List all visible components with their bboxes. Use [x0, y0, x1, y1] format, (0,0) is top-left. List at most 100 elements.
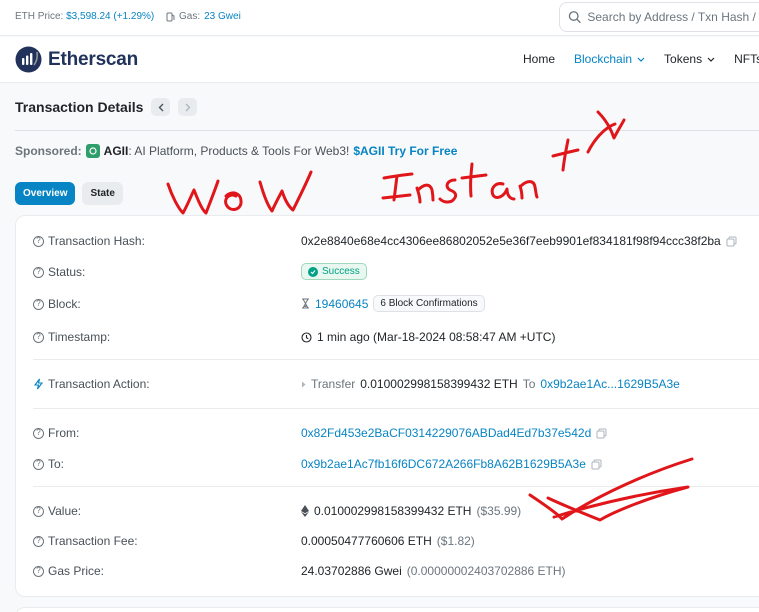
- timestamp-value: 1 min ago (Mar-18-2024 08:58:47 AM +UTC): [317, 330, 556, 344]
- nav-item-label: Blockchain: [574, 52, 633, 66]
- etherscan-logo[interactable]: Etherscan: [15, 46, 138, 73]
- value-label: Value:: [48, 504, 82, 518]
- search-input[interactable]: [587, 10, 759, 24]
- help-icon[interactable]: ?: [33, 565, 44, 577]
- handwriting-wow: [166, 170, 313, 215]
- sponsored-banner: Sponsored: AGII: AI Platform, Products &…: [15, 144, 457, 158]
- label-cell: ? Transaction Fee:: [33, 534, 293, 548]
- block-label: Block:: [48, 297, 81, 311]
- fee-label: Transaction Fee:: [48, 534, 138, 548]
- nav-item-nfts[interactable]: NFTs: [734, 52, 759, 66]
- to-address-link[interactable]: 0x9b2ae1Ac7fb16f6DC672A266Fb8A62B1629B5A…: [301, 457, 586, 471]
- copy-icon[interactable]: [596, 428, 607, 439]
- status-badge: Success: [301, 263, 367, 280]
- value-cell: 0.00050477760606 ETH ($1.82): [301, 534, 475, 548]
- value-cell: 0x82Fd453e2BaCF0314229076ABDad4Ed7b37e54…: [301, 426, 607, 440]
- caret-right-icon: [302, 381, 306, 387]
- nav-item-tokens[interactable]: Tokens: [664, 52, 715, 66]
- help-icon[interactable]: ?: [33, 235, 44, 247]
- page-title: Transaction Details: [15, 99, 144, 115]
- label-cell: Transaction Action:: [33, 377, 293, 391]
- label-cell: ? Timestamp:: [33, 330, 293, 344]
- value-cell: 0.010002998158399432 ETH ($35.99): [301, 504, 521, 518]
- transaction-hash-value: 0x2e8840e68e4cc4306ee86802052e5e36f7eeb9…: [301, 234, 721, 248]
- label-cell: ? Block:: [33, 297, 293, 311]
- nav-menu: Home Blockchain Tokens NFTs: [523, 52, 759, 66]
- label-cell: ? Status:: [33, 265, 293, 279]
- section-divider: [33, 486, 759, 487]
- copy-icon[interactable]: [591, 459, 602, 470]
- prev-transaction-button[interactable]: [151, 98, 171, 116]
- nav-item-blockchain[interactable]: Blockchain: [574, 52, 645, 66]
- gasprice-eth: (0.00000002403702886 ETH): [406, 564, 566, 578]
- tab-overview[interactable]: Overview: [15, 182, 76, 205]
- copy-icon[interactable]: [726, 236, 737, 247]
- sponsor-description: : AI Platform, Products & Tools For Web3…: [128, 144, 350, 158]
- from-label: From:: [48, 426, 80, 440]
- ethereum-icon: [301, 505, 309, 517]
- eth-price-label: ETH Price:: [15, 11, 64, 22]
- help-icon[interactable]: ?: [33, 458, 44, 470]
- hourglass-icon: [302, 298, 309, 309]
- value-cell: 0x2e8840e68e4cc4306ee86802052e5e36f7eeb9…: [301, 234, 737, 248]
- lightning-icon: [33, 378, 44, 390]
- gasprice-label: Gas Price:: [48, 564, 105, 578]
- page-header: Transaction Details: [15, 98, 198, 116]
- sponsor-brand: AGII: [103, 144, 129, 158]
- search-icon: [568, 11, 581, 24]
- brand-name: Etherscan: [48, 48, 139, 70]
- gas-label: Gas:: [179, 11, 201, 22]
- search-box[interactable]: [559, 2, 759, 32]
- section-divider: [33, 359, 759, 360]
- block-number-link[interactable]: 19460645: [315, 297, 368, 311]
- transaction-details-card: ? Transaction Hash: 0x2e8840e68e4cc4306ee…: [15, 215, 759, 597]
- next-transaction-button[interactable]: [178, 98, 198, 116]
- help-icon[interactable]: ?: [33, 505, 44, 517]
- value-cell: 19460645 6 Block Confirmations: [301, 295, 485, 312]
- nav-item-label: Home: [523, 52, 556, 66]
- action-amount: 0.010002998158399432 ETH: [360, 377, 518, 391]
- agii-logo-icon: [85, 144, 100, 158]
- header-divider: [15, 130, 759, 131]
- action-type: Transfer: [311, 377, 356, 391]
- nav-item-home[interactable]: Home: [523, 52, 555, 66]
- check-circle-icon: [308, 266, 318, 277]
- value-cell: 1 min ago (Mar-18-2024 08:58:47 AM +UTC): [301, 330, 555, 344]
- hash-label: Transaction Hash:: [48, 234, 145, 248]
- top-bar: ETH Price: $3,598.24 (+1.29%) Gas: 23 Gw…: [0, 0, 759, 36]
- status-text: Success: [322, 266, 360, 277]
- sponsor-cta-link[interactable]: $AGII Try For Free: [353, 144, 457, 158]
- help-icon[interactable]: ?: [33, 266, 44, 278]
- chevron-left-icon: [158, 103, 164, 111]
- fee-usd: ($1.82): [436, 534, 475, 548]
- gas-pump-icon: [166, 12, 175, 21]
- value-cell: 0x9b2ae1Ac7fb16f6DC672A266Fb8A62B1629B5A…: [301, 457, 602, 471]
- nav-item-label: NFTs: [734, 52, 759, 66]
- detail-tabs: Overview State: [15, 182, 123, 205]
- gasprice-value: 24.03702886 Gwei: [301, 564, 402, 578]
- gas-value[interactable]: 23 Gwei: [204, 11, 241, 22]
- to-label: To:: [48, 457, 65, 471]
- action-to-address-link[interactable]: 0x9b2ae1Ac...1629B5A3e: [540, 377, 679, 391]
- value-cell: 24.03702886 Gwei (0.00000002403702886 ET…: [301, 564, 566, 578]
- value-cell: Success: [301, 263, 367, 280]
- label-cell: ? From:: [33, 426, 293, 440]
- gas-tracker: Gas: 23 Gwei: [166, 11, 241, 22]
- eth-price-value[interactable]: $3,598.24 (+1.29%): [66, 11, 154, 22]
- section-divider: [33, 408, 759, 409]
- help-icon[interactable]: ?: [33, 535, 44, 547]
- status-label: Status:: [48, 265, 86, 279]
- help-icon[interactable]: ?: [33, 427, 44, 439]
- chevron-down-icon: [707, 57, 715, 62]
- chevron-right-icon: [185, 103, 191, 111]
- clock-icon: [301, 331, 312, 343]
- etherscan-logo-icon: [15, 46, 42, 73]
- from-address-link[interactable]: 0x82Fd453e2BaCF0314229076ABDad4Ed7b37e54…: [301, 426, 591, 440]
- label-cell: ? Transaction Hash:: [33, 234, 293, 248]
- label-cell: ? Gas Price:: [33, 564, 293, 578]
- tab-state[interactable]: State: [82, 182, 123, 205]
- help-icon[interactable]: ?: [33, 331, 44, 343]
- nav-item-label: Tokens: [664, 52, 703, 66]
- help-icon[interactable]: ?: [33, 298, 44, 310]
- action-label: Transaction Action:: [48, 377, 150, 391]
